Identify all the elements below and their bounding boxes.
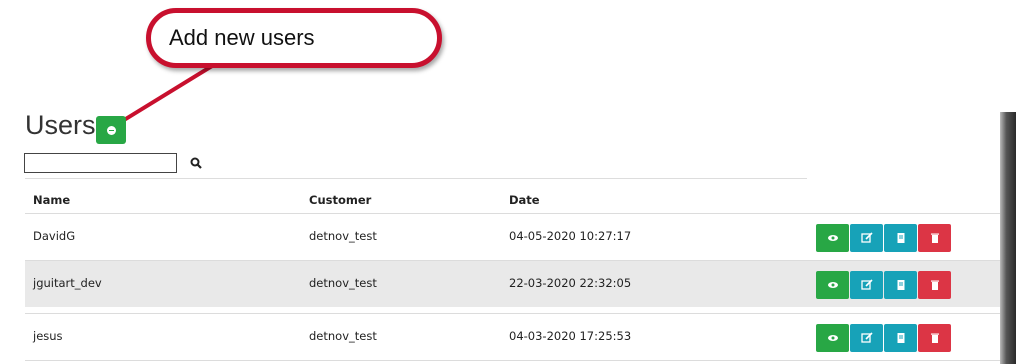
cell-name: jguitart_dev <box>33 276 102 290</box>
document-icon <box>897 333 904 343</box>
trash-icon <box>930 233 939 243</box>
plus-circle-icon <box>106 125 116 135</box>
eye-icon <box>827 282 838 288</box>
column-header-customer[interactable]: Customer <box>309 193 371 207</box>
document-icon <box>897 233 904 243</box>
edit-icon <box>860 232 873 243</box>
column-header-date[interactable]: Date <box>509 193 540 207</box>
document-button[interactable] <box>884 324 917 352</box>
add-user-button[interactable] <box>96 116 126 144</box>
delete-button[interactable] <box>918 224 951 252</box>
edit-icon <box>860 279 873 290</box>
column-header-name[interactable]: Name <box>33 193 70 207</box>
cell-customer: detnov_test <box>309 329 377 343</box>
row-actions <box>816 271 951 299</box>
trash-icon <box>930 280 939 290</box>
cell-customer: detnov_test <box>309 229 377 243</box>
table-row: jguitart_dev detnov_test 22-03-2020 22:3… <box>25 260 1016 307</box>
document-button[interactable] <box>884 271 917 299</box>
page-edge-shadow <box>1000 112 1016 364</box>
delete-button[interactable] <box>918 324 951 352</box>
search-icon[interactable] <box>190 157 202 169</box>
table-bottom-divider <box>25 360 1000 361</box>
cell-customer: detnov_test <box>309 276 377 290</box>
view-button[interactable] <box>816 224 849 252</box>
callout-text: Add new users <box>169 25 315 50</box>
eye-icon <box>827 335 838 341</box>
cell-date: 22-03-2020 22:32:05 <box>509 276 632 290</box>
page-title: Users <box>25 110 96 140</box>
table-row: jesus detnov_test 04-03-2020 17:25:53 <box>25 313 1016 360</box>
edit-button[interactable] <box>850 224 883 252</box>
search-input[interactable] <box>24 153 177 173</box>
document-button[interactable] <box>884 224 917 252</box>
edit-icon <box>860 332 873 343</box>
cell-name: jesus <box>33 329 63 343</box>
cell-date: 04-03-2020 17:25:53 <box>509 329 632 343</box>
cell-name: DavidG <box>33 229 76 243</box>
row-actions <box>816 224 951 252</box>
view-button[interactable] <box>816 324 849 352</box>
table-header-divider <box>25 178 807 179</box>
eye-icon <box>827 235 838 241</box>
view-button[interactable] <box>816 271 849 299</box>
table-row: DavidG detnov_test 04-05-2020 10:27:17 <box>25 213 1016 260</box>
edit-button[interactable] <box>850 324 883 352</box>
cell-date: 04-05-2020 10:27:17 <box>509 229 632 243</box>
edit-button[interactable] <box>850 271 883 299</box>
document-icon <box>897 280 904 290</box>
delete-button[interactable] <box>918 271 951 299</box>
row-actions <box>816 324 951 352</box>
callout-bubble: Add new users <box>146 8 442 68</box>
trash-icon <box>930 333 939 343</box>
